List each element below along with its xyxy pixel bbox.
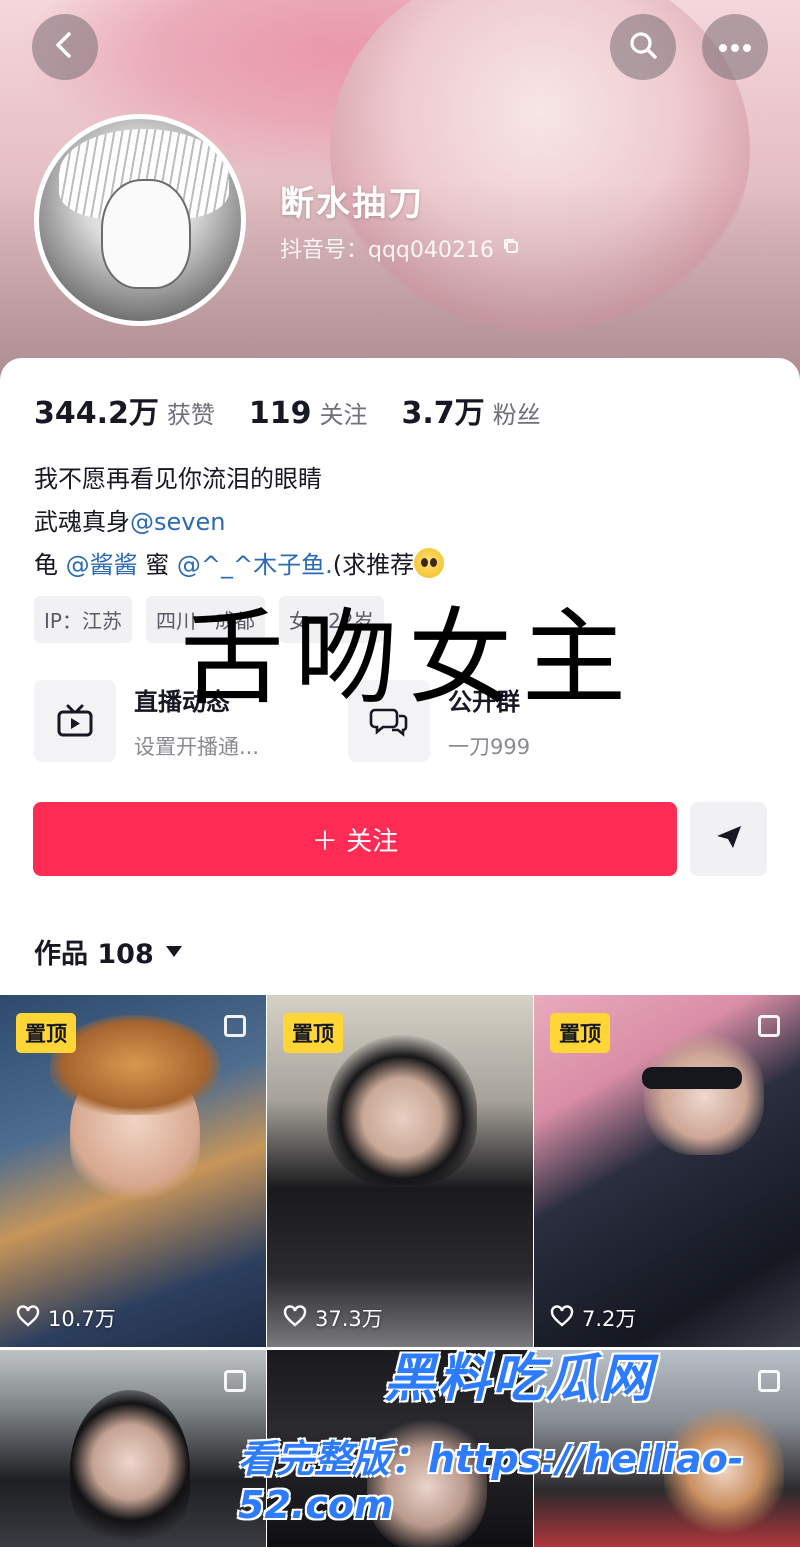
bio-line-1: 我不愿再看见你流泪的眼睛 <box>34 465 322 493</box>
pinned-badge: 置顶 <box>16 1013 76 1053</box>
multi-image-icon <box>758 1015 780 1037</box>
more-button[interactable] <box>702 14 768 80</box>
stat-likes[interactable]: 344.2万 获赞 <box>34 388 215 432</box>
live-subtitle: 设置开播通... <box>134 734 260 759</box>
bio-line-3: 龟 @酱酱 蜜 @^_^木子鱼.(求推荐 <box>34 544 445 587</box>
share-button[interactable] <box>690 802 767 876</box>
stat-following[interactable]: 119 关注 <box>249 395 368 431</box>
video-tile[interactable]: 置顶 37.3万 <box>267 995 533 1347</box>
likes-count: 344.2万 <box>34 396 159 431</box>
multi-image-icon <box>224 1370 246 1392</box>
watermark-url: 看完整版：https://heiliao-52.com <box>238 1437 744 1527</box>
caret-down-icon <box>165 946 182 957</box>
tag-ip: IP：江苏 <box>34 596 132 643</box>
group-subtitle: 一刀999 <box>448 734 531 759</box>
following-label: 关注 <box>319 401 368 429</box>
search-icon <box>627 29 659 65</box>
stats-row: 344.2万 获赞 119 关注 3.7万 粉丝 <box>34 388 541 432</box>
heart-icon <box>283 1304 307 1332</box>
video-tile[interactable]: 置顶 7.2万 <box>534 995 800 1347</box>
works-label: 作品 108 <box>34 939 154 970</box>
pinned-badge: 置顶 <box>550 1013 610 1053</box>
following-count: 119 <box>248 396 312 431</box>
avatar[interactable] <box>34 114 246 326</box>
back-button[interactable] <box>32 14 98 80</box>
chevron-left-icon <box>50 30 80 64</box>
more-dots-icon <box>718 38 752 57</box>
heart-icon <box>16 1304 40 1332</box>
watermark-brand: 黑料吃瓜网 <box>384 1349 655 1409</box>
douyin-id-text: 抖音号：qqq040216 <box>280 238 494 263</box>
douyin-id[interactable]: 抖音号：qqq040216 <box>280 232 520 264</box>
mention-link[interactable]: @seven <box>130 508 225 536</box>
bio-line-2: 武魂真身@seven <box>34 508 226 536</box>
multi-image-icon <box>758 1370 780 1392</box>
likes-label: 获赞 <box>166 401 215 429</box>
works-tab[interactable]: 作品 108 <box>34 932 182 971</box>
overlay-caption: 舌吻女主 <box>180 597 637 719</box>
video-likes: 7.2万 <box>550 1303 636 1333</box>
follow-button[interactable]: ＋ 关注 <box>33 802 677 876</box>
copy-icon[interactable] <box>502 236 520 261</box>
pinned-badge: 置顶 <box>283 1013 343 1053</box>
pleading-face-emoji-icon <box>414 548 445 578</box>
heart-icon <box>550 1304 574 1332</box>
followers-label: 粉丝 <box>492 401 541 429</box>
video-tile[interactable]: 置顶 10.7万 <box>0 995 266 1347</box>
mention-link[interactable]: @^_^木子鱼. <box>177 551 333 579</box>
live-tv-icon <box>34 680 116 762</box>
multi-image-icon <box>224 1015 246 1037</box>
video-tile[interactable] <box>0 1350 266 1547</box>
profile-banner: 断水抽刀 抖音号：qqq040216 <box>0 0 800 380</box>
mention-link[interactable]: @酱酱 <box>66 551 138 579</box>
send-icon <box>715 824 743 854</box>
followers-count: 3.7万 <box>401 396 485 431</box>
search-button[interactable] <box>610 14 676 80</box>
video-likes: 37.3万 <box>283 1303 383 1333</box>
video-likes: 10.7万 <box>16 1303 116 1333</box>
bio: 我不愿再看见你流泪的眼睛 武魂真身@seven 龟 @酱酱 蜜 @^_^木子鱼.… <box>34 458 445 587</box>
username: 断水抽刀 <box>280 184 424 224</box>
stat-followers[interactable]: 3.7万 粉丝 <box>402 388 541 432</box>
